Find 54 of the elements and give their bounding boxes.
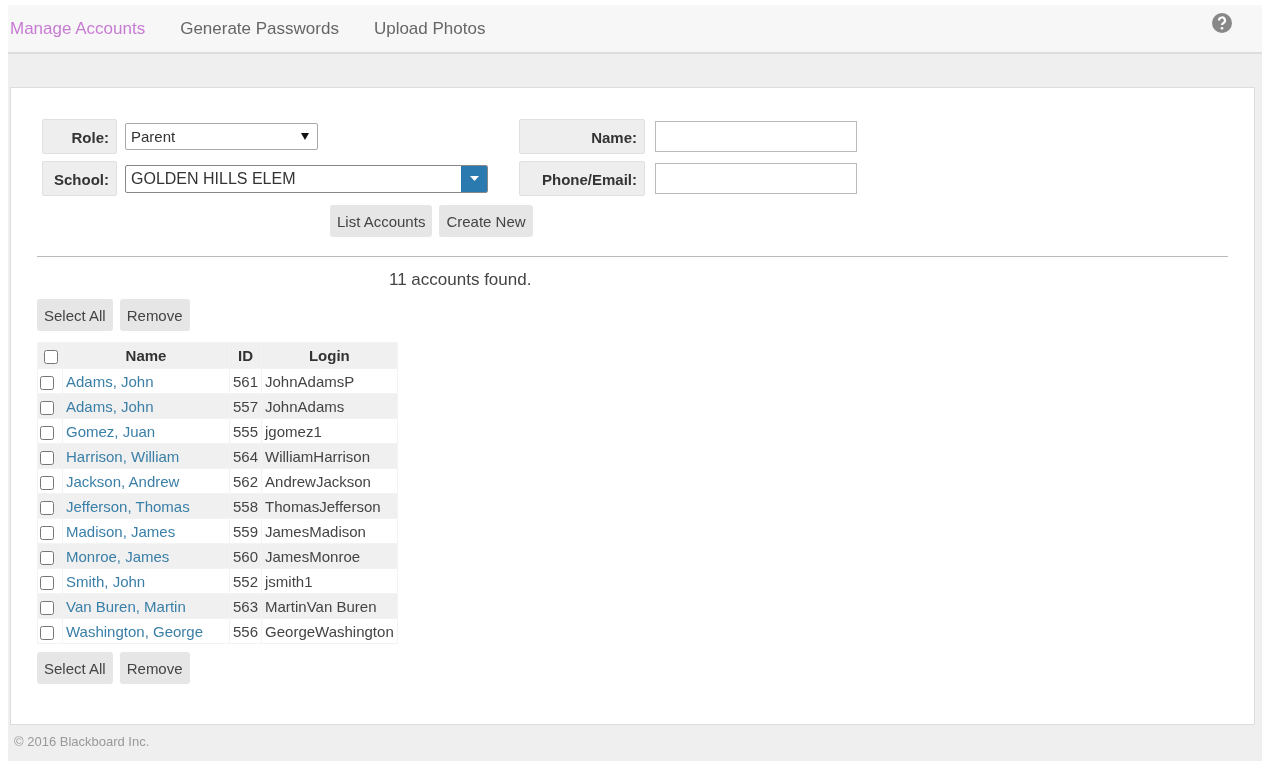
table-cell: jgomez1 [261, 418, 398, 444]
field-label: Phone/Email: [519, 161, 645, 196]
role-dropdown[interactable]: Parent [125, 123, 318, 150]
table-cell: JohnAdamsP [261, 368, 398, 394]
column-header: Name [62, 342, 230, 369]
help-icon[interactable] [1212, 12, 1232, 33]
form-button[interactable]: Create New [439, 205, 533, 237]
row-checkbox[interactable] [40, 625, 54, 640]
action-button[interactable]: Select All [37, 652, 113, 684]
row-checkbox[interactable] [44, 350, 58, 364]
nav-tab[interactable]: Manage Accounts [10, 18, 146, 39]
table-cell: jsmith1 [261, 568, 398, 594]
row-checkbox[interactable] [40, 375, 54, 390]
table-cell: 561 [229, 368, 262, 394]
table-cell: ThomasJefferson [261, 493, 398, 519]
row-checkbox[interactable] [40, 500, 54, 515]
table-cell: 552 [229, 568, 262, 594]
nav-tab[interactable]: Upload Photos [373, 18, 486, 39]
table-cell: WilliamHarrison [261, 443, 398, 469]
table-cell: JamesMonroe [261, 543, 398, 569]
row-checkbox[interactable] [40, 525, 54, 540]
field-label: School: [42, 161, 117, 196]
table-cell: JamesMadison [261, 518, 398, 544]
table-cell: GeorgeWashington [261, 618, 398, 644]
form-button[interactable]: List Accounts [330, 205, 433, 237]
table-cell: JohnAdams [261, 393, 398, 419]
action-button[interactable]: Remove [119, 652, 190, 684]
row-checkbox[interactable] [40, 450, 54, 465]
table-cell: 556 [229, 618, 262, 644]
school-dropdown[interactable]: GOLDEN HILLS ELEM [125, 164, 488, 193]
table-cell: 559 [229, 518, 262, 544]
result-message: 11 accounts found. [389, 270, 533, 290]
field-label: Role: [42, 119, 117, 154]
caret-icon [301, 133, 309, 140]
table-cell: 562 [229, 468, 262, 494]
column-header: Login [261, 342, 398, 369]
caret-icon [469, 176, 479, 181]
row-checkbox[interactable] [40, 600, 54, 615]
row-checkbox[interactable] [40, 575, 54, 590]
column-header: ID [229, 342, 262, 369]
table-cell: 555 [229, 418, 262, 444]
row-checkbox[interactable] [40, 400, 54, 415]
copyright-text: © 2016 Blackboard Inc. [14, 734, 150, 749]
phone-email-field[interactable] [655, 163, 857, 194]
row-checkbox[interactable] [40, 550, 54, 565]
field-label: Name: [519, 119, 645, 154]
table-cell: MartinVan Buren [261, 593, 398, 619]
action-button[interactable]: Select All [37, 299, 113, 331]
row-checkbox[interactable] [40, 425, 54, 440]
nav-tab[interactable]: Generate Passwords [180, 18, 339, 39]
name-field[interactable] [655, 121, 857, 152]
table-cell: AndrewJackson [261, 468, 398, 494]
action-button[interactable]: Remove [119, 299, 190, 331]
row-checkbox[interactable] [40, 475, 54, 490]
